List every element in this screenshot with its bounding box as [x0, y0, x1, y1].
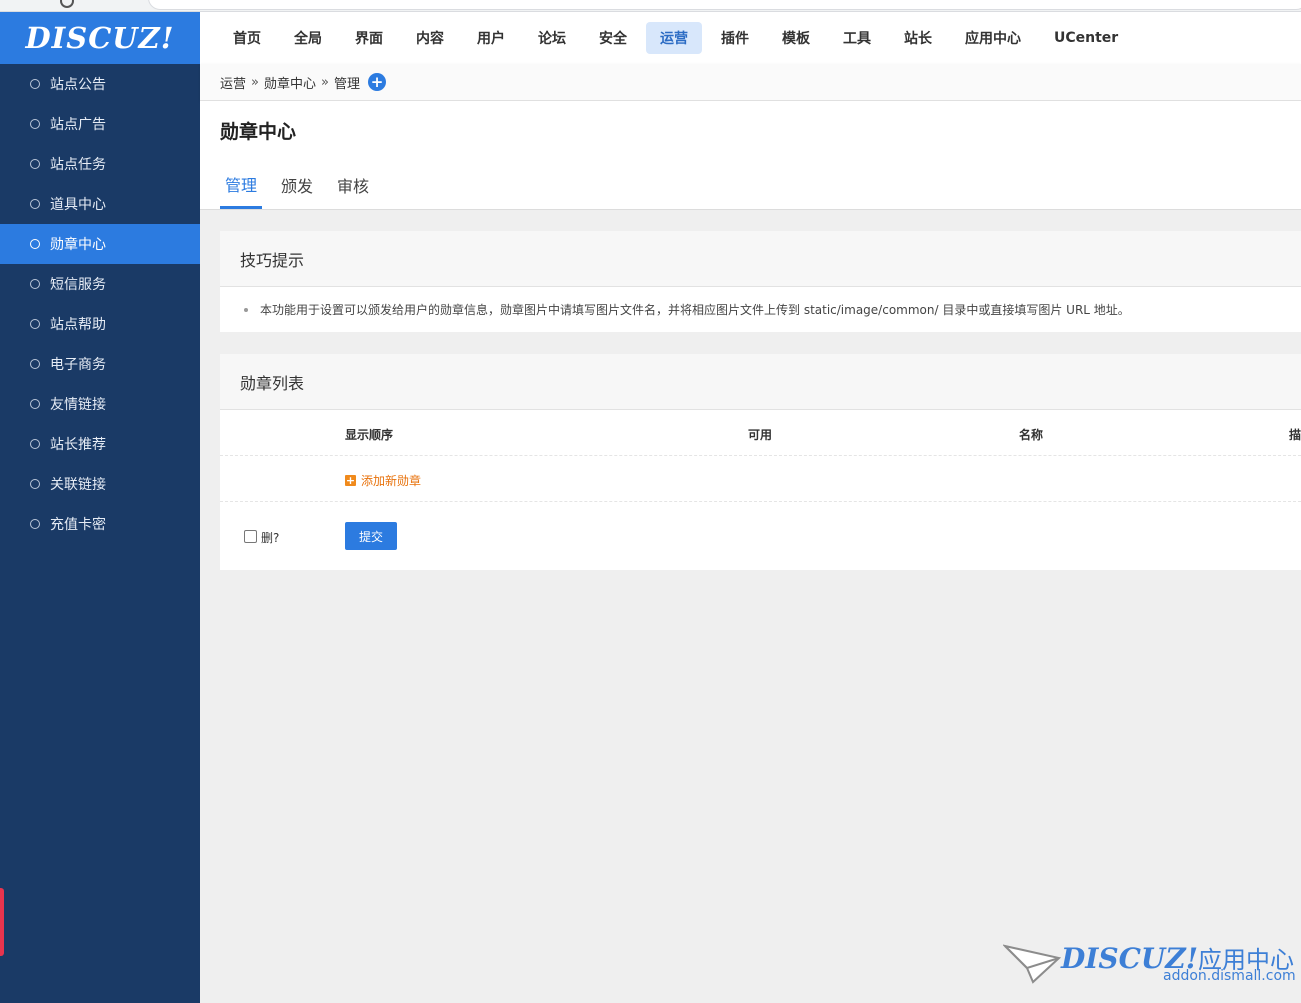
tips-panel: 技巧提示 本功能用于设置可以颁发给用户的勋章信息，勋章图片中请填写图片文件名，并… [220, 231, 1301, 332]
nav-app-center[interactable]: 应用中心 [951, 22, 1035, 54]
sidebar-item-props[interactable]: 道具中心 [0, 184, 200, 224]
add-medal-label: 添加新勋章 [361, 474, 422, 488]
sidebar-item-recommend[interactable]: 站长推荐 [0, 424, 200, 464]
breadcrumb-separator: » [251, 74, 259, 90]
sidebar-item-friend-links[interactable]: 友情链接 [0, 384, 200, 424]
address-bar[interactable] [148, 0, 1301, 10]
sidebar-item-label: 关联链接 [50, 477, 106, 493]
column-header-order: 显示顺序 [345, 428, 394, 442]
logo[interactable]: DISCUZ! [0, 12, 200, 64]
circle-icon [30, 319, 40, 329]
sidebar-item-tasks[interactable]: 站点任务 [0, 144, 200, 184]
delete-label: 删? [261, 531, 280, 545]
breadcrumb: 运营 » 勋章中心 » 管理 + [200, 64, 1301, 101]
sidebar-item-help[interactable]: 站点帮助 [0, 304, 200, 344]
sidebar-item-label: 友情链接 [50, 397, 106, 413]
tab-review[interactable]: 审核 [332, 161, 374, 209]
sidebar-item-card-codes[interactable]: 充值卡密 [0, 504, 200, 544]
page-header: 勋章中心 管理 颁发 审核 [200, 101, 1301, 210]
sidebar-item-ecommerce[interactable]: 电子商务 [0, 344, 200, 384]
breadcrumb-item-medals[interactable]: 勋章中心 [264, 73, 316, 92]
page-title: 勋章中心 [220, 121, 297, 143]
circle-icon [30, 159, 40, 169]
sidebar-item-announcements[interactable]: 站点公告 [0, 64, 200, 104]
add-shortcut-icon[interactable]: + [367, 73, 386, 91]
table-header: 显示顺序 可用 名称 描 [220, 410, 1301, 456]
circle-icon [30, 399, 40, 409]
breadcrumb-item-operations[interactable]: 运营 [220, 73, 246, 92]
sidebar-item-medals[interactable]: 勋章中心 [0, 224, 200, 264]
sidebar-item-label: 站点帮助 [50, 317, 106, 333]
table-footer: 删? 提交 [220, 502, 1301, 570]
breadcrumb-item-manage: 管理 [333, 76, 360, 92]
circle-icon [30, 359, 40, 369]
sidebar-item-label: 充值卡密 [50, 517, 106, 533]
circle-icon [30, 519, 40, 529]
tip-item: 本功能用于设置可以颁发给用户的勋章信息，勋章图片中请填写图片文件名，并将相应图片… [220, 287, 1301, 332]
column-header-description: 描 [1289, 428, 1301, 442]
circle-icon [30, 439, 40, 449]
breadcrumb-separator: » [321, 74, 329, 90]
sidebar-item-label: 站点公告 [50, 77, 106, 93]
tip-text: 本功能用于设置可以颁发给用户的勋章信息，勋章图片中请填写图片文件名，并将相应图片… [260, 303, 1130, 317]
nav-interface[interactable]: 界面 [341, 22, 397, 54]
nav-tools[interactable]: 工具 [829, 22, 885, 54]
circle-icon [30, 79, 40, 89]
nav-users[interactable]: 用户 [463, 22, 519, 54]
tips-title: 技巧提示 [220, 231, 1301, 287]
sidebar-item-label: 站点广告 [50, 117, 106, 133]
sidebar-item-label: 站长推荐 [50, 437, 106, 453]
submit-button[interactable]: 提交 [345, 522, 397, 550]
sidebar-item-ads[interactable]: 站点广告 [0, 104, 200, 144]
browser-toolbar [0, 0, 1301, 12]
nav-home[interactable]: 首页 [219, 22, 275, 54]
sidebar-menu: 站点公告 站点广告 站点任务 道具中心 勋章中心 短信服务 站点帮助 电子商务 … [0, 64, 200, 544]
sidebar-item-label: 道具中心 [50, 197, 106, 213]
sidebar-item-related-links[interactable]: 关联链接 [0, 464, 200, 504]
watermark: DISCUZ!应用中心 addon.dismall.com [1003, 940, 1296, 990]
sidebar-item-label: 站点任务 [50, 157, 106, 173]
tab-bar: 管理 颁发 审核 [220, 161, 388, 209]
top-nav: 首页 全局 界面 内容 用户 论坛 安全 运营 插件 模板 工具 站长 应用中心… [200, 12, 1301, 64]
table-row: + 添加新勋章 [220, 456, 1301, 502]
nav-ucenter[interactable]: UCenter [1040, 22, 1132, 54]
medal-list-title: 勋章列表 [220, 354, 1301, 410]
nav-plugins[interactable]: 插件 [707, 22, 763, 54]
sidebar-item-label: 短信服务 [50, 277, 106, 293]
bullet-icon [244, 307, 248, 312]
column-header-available: 可用 [748, 428, 773, 442]
medal-list-panel: 勋章列表 显示顺序 可用 名称 描 + 添加新勋章 删? 提交 [220, 354, 1301, 570]
circle-icon [30, 119, 40, 129]
sidebar: DISCUZ! 站点公告 站点广告 站点任务 道具中心 勋章中心 短信服务 站点… [0, 12, 200, 1003]
nav-content[interactable]: 内容 [402, 22, 458, 54]
tab-award[interactable]: 颁发 [276, 161, 318, 209]
floating-side-tab[interactable] [0, 888, 4, 956]
sidebar-item-sms[interactable]: 短信服务 [0, 264, 200, 304]
nav-webmaster[interactable]: 站长 [890, 22, 946, 54]
circle-icon [30, 239, 40, 249]
plus-square-icon: + [345, 474, 356, 487]
nav-operations[interactable]: 运营 [646, 22, 702, 54]
reload-icon[interactable] [60, 0, 74, 8]
circle-icon [30, 279, 40, 289]
paper-plane-icon [1003, 944, 1062, 984]
logo-text: DISCUZ! [25, 21, 175, 55]
column-header-name: 名称 [1019, 428, 1044, 442]
nav-templates[interactable]: 模板 [768, 22, 824, 54]
nav-global[interactable]: 全局 [280, 22, 336, 54]
sidebar-item-label: 勋章中心 [50, 237, 106, 253]
sidebar-item-label: 电子商务 [50, 357, 106, 373]
add-medal-link[interactable]: + 添加新勋章 [345, 472, 421, 489]
circle-icon [30, 199, 40, 209]
tab-manage[interactable]: 管理 [220, 161, 263, 209]
watermark-domain: addon.dismall.com [1163, 968, 1296, 984]
nav-forum[interactable]: 论坛 [524, 22, 580, 54]
delete-checkbox[interactable] [244, 530, 257, 543]
nav-security[interactable]: 安全 [585, 22, 641, 54]
circle-icon [30, 479, 40, 489]
